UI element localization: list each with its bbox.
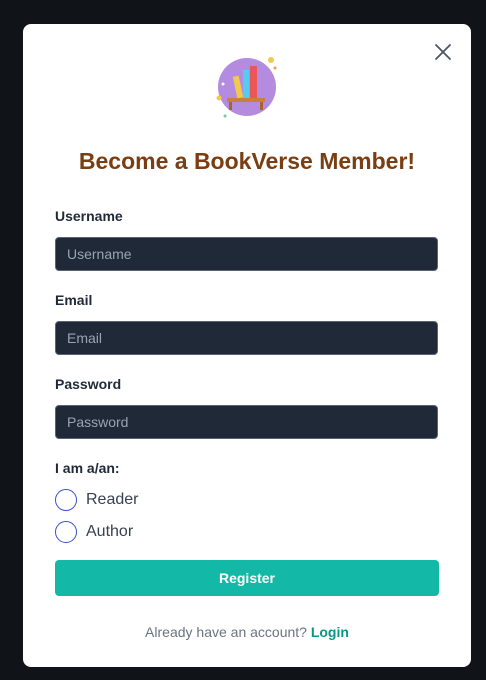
bookshelf-icon xyxy=(216,57,277,118)
login-prompt: Already have an account? Login xyxy=(23,624,471,640)
radio-reader-label: Reader xyxy=(86,491,139,508)
radio-reader[interactable]: Reader xyxy=(55,488,138,512)
radio-circle[interactable] xyxy=(55,521,77,543)
role-label: I am a/an: xyxy=(55,460,120,476)
radio-circle[interactable] xyxy=(55,489,77,511)
login-link[interactable]: Login xyxy=(311,624,349,640)
close-icon[interactable] xyxy=(431,40,455,64)
register-modal: Become a BookVerse Member! Username Emai… xyxy=(23,24,471,667)
radio-author[interactable]: Author xyxy=(55,520,133,544)
email-label: Email xyxy=(55,292,93,308)
login-prompt-text: Already have an account? xyxy=(145,624,307,640)
username-label: Username xyxy=(55,208,123,224)
register-button[interactable]: Register xyxy=(55,560,439,596)
email-input[interactable] xyxy=(55,321,438,355)
radio-author-label: Author xyxy=(86,523,134,540)
page-title: Become a BookVerse Member! xyxy=(78,148,416,174)
password-input[interactable] xyxy=(55,405,438,439)
password-label: Password xyxy=(55,376,122,392)
username-input[interactable] xyxy=(55,237,438,271)
